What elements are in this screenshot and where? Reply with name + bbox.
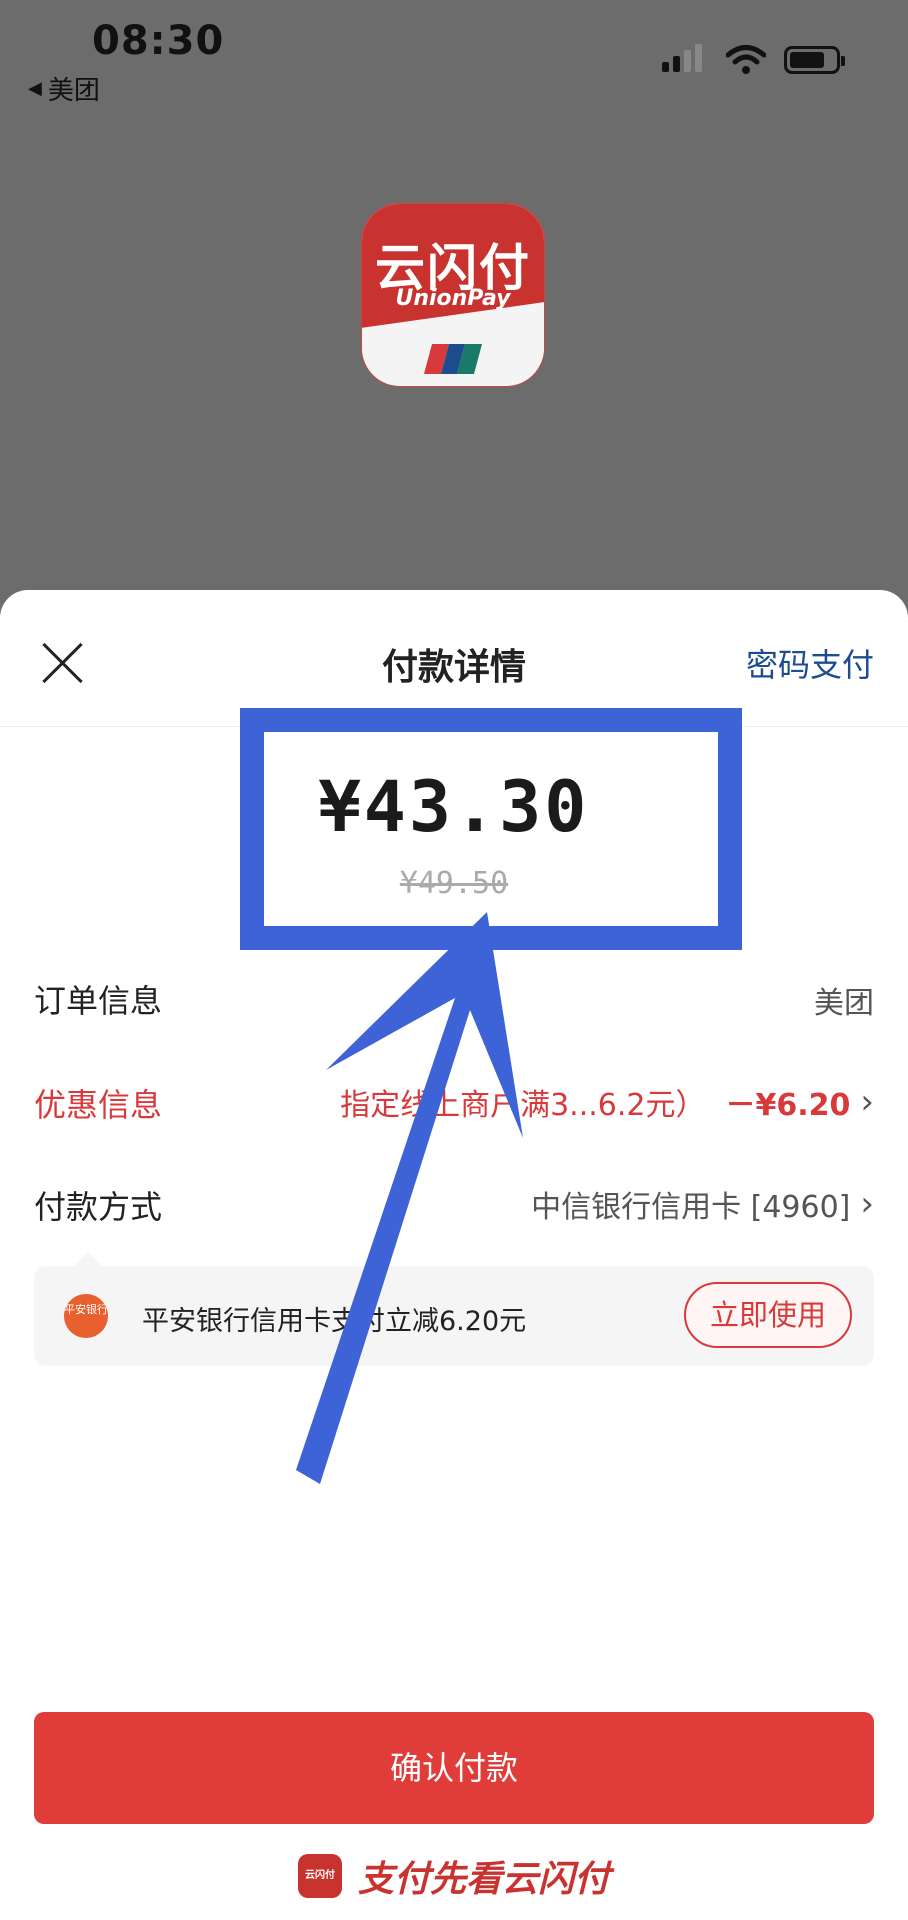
pay-amount: ¥43.30 <box>318 766 590 848</box>
battery-icon <box>784 46 845 74</box>
use-now-button[interactable]: 立即使用 <box>684 1282 852 1348</box>
back-app-label: 美团 <box>47 76 100 106</box>
bank-promo-banner: 平安银行 平安银行信用卡支付立减6.20元 立即使用 <box>34 1252 874 1366</box>
unionpay-cards-icon <box>423 344 483 374</box>
header-divider <box>0 726 908 727</box>
footer-slogan: 支付先看云闪付 <box>357 1858 610 1900</box>
payment-method-label: 付款方式 <box>34 1188 163 1226</box>
promo-text: 平安银行信用卡支付立减6.20元 <box>142 1306 527 1337</box>
discount-info-label: 优惠信息 <box>34 1086 163 1124</box>
app-logo-en: UnionPay <box>395 286 511 311</box>
payment-method-row[interactable]: 中信银行信用卡 [4960] › <box>531 1182 874 1226</box>
back-to-app-link[interactable]: ◀ 美团 <box>28 70 100 107</box>
order-info-value: 美团 <box>814 978 874 1022</box>
status-time: 08:30 <box>92 18 225 64</box>
cellular-signal-icon <box>662 44 702 72</box>
order-merchant: 美团 <box>814 986 874 1021</box>
unionpay-app-logo: 云闪付 UnionPay <box>362 204 544 386</box>
confirm-payment-button[interactable]: 确认付款 <box>34 1712 874 1824</box>
order-info-label: 订单信息 <box>34 982 163 1020</box>
password-pay-link[interactable]: 密码支付 <box>746 640 874 686</box>
payment-details-sheet: 付款详情 密码支付 ¥43.30 ¥49.50 订单信息 美团 优惠信息 指定线… <box>0 590 908 1920</box>
back-triangle-icon: ◀ <box>28 78 42 99</box>
unionpay-small-logo: 云闪付 <box>297 1854 342 1898</box>
original-amount: ¥49.50 <box>399 866 509 901</box>
pingan-bank-logo-icon: 平安银行 <box>64 1294 108 1338</box>
payment-card: 中信银行信用卡 [4960] <box>531 1190 851 1225</box>
chevron-right-icon: › <box>860 1184 874 1224</box>
footer-brand: 云闪付 支付先看云闪付 <box>0 1850 908 1902</box>
wifi-icon <box>726 45 766 74</box>
discount-description: 指定线上商户满3...6.2元） <box>340 1088 706 1123</box>
chevron-right-icon: › <box>860 1082 874 1122</box>
close-icon[interactable] <box>40 640 86 686</box>
discount-info-row[interactable]: 指定线上商户满3...6.2元） －¥6.20 › <box>340 1080 874 1124</box>
discount-amount: －¥6.20 <box>725 1088 851 1123</box>
